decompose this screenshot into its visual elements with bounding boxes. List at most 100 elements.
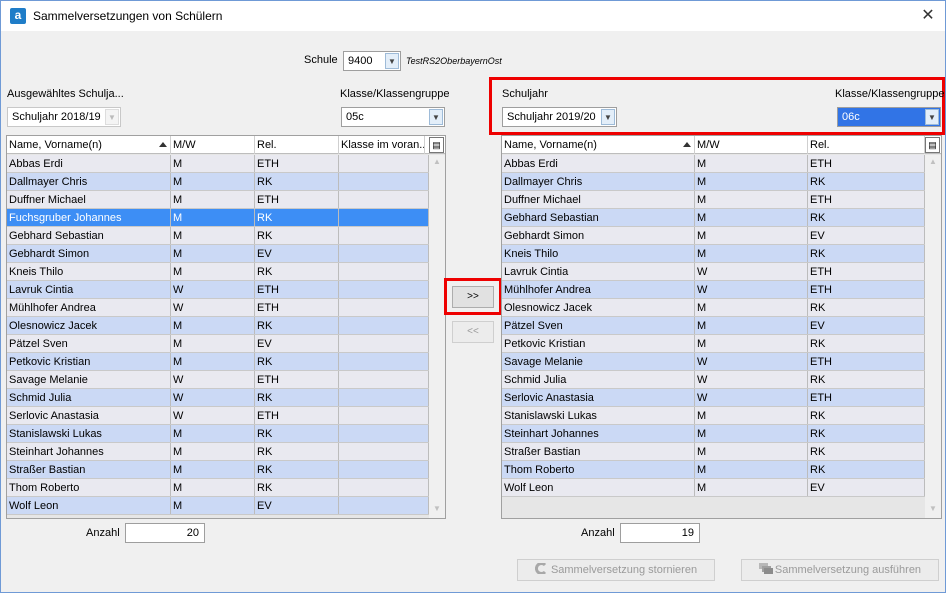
title-bar: a Sammelversetzungen von Schülern ✕: [1, 1, 945, 31]
table-row[interactable]: Savage Melanie W ETH: [7, 371, 429, 389]
window-title: Sammelversetzungen von Schülern: [33, 9, 223, 23]
table-cell: ETH: [255, 281, 339, 298]
table-row[interactable]: Schmid Julia W RK: [502, 371, 925, 389]
column-header[interactable]: Rel.: [808, 136, 925, 154]
table-row[interactable]: Fuchsgruber Johannes M RK: [7, 209, 429, 227]
table-cell: Olesnowicz Jacek: [7, 317, 171, 334]
table-row[interactable]: Pätzel Sven M EV: [7, 335, 429, 353]
table-row[interactable]: Mühlhofer Andrea W ETH: [7, 299, 429, 317]
table-row[interactable]: Petkovic Kristian M RK: [7, 353, 429, 371]
school-select[interactable]: 9400 ▼: [343, 51, 401, 71]
move-right-button[interactable]: >>: [452, 286, 494, 308]
school-name: TestRS2OberbayernOst: [406, 56, 502, 66]
table-row[interactable]: Steinhart Johannes M RK: [502, 425, 925, 443]
table-row[interactable]: Lavruk Cintia W ETH: [7, 281, 429, 299]
table-cell: Petkovic Kristian: [7, 353, 171, 370]
table-row[interactable]: Gebhard Sebastian M RK: [502, 209, 925, 227]
table-row[interactable]: Savage Melanie W ETH: [502, 353, 925, 371]
table-cell: Straßer Bastian: [502, 443, 695, 460]
table-cell: ETH: [255, 371, 339, 388]
table-row[interactable]: Straßer Bastian M RK: [7, 461, 429, 479]
right-class-select[interactable]: 06c ▼: [837, 107, 941, 127]
chevron-down-icon[interactable]: ▼: [601, 109, 615, 125]
table-cell: M: [695, 425, 808, 442]
scroll-down-icon[interactable]: ▼: [927, 504, 939, 516]
right-student-table[interactable]: Name, Vorname(n) M/W Rel. ▤ Abbas Erdi M ETH Da…: [501, 135, 942, 519]
table-row[interactable]: Gebhard Sebastian M RK: [7, 227, 429, 245]
left-class-select[interactable]: 05c ▼: [341, 107, 445, 127]
table-cell: Mühlhofer Andrea: [7, 299, 171, 316]
chevron-down-icon[interactable]: ▼: [925, 109, 939, 125]
vertical-scrollbar[interactable]: ▲ ▼: [429, 155, 445, 518]
table-cell: [339, 497, 429, 514]
close-icon[interactable]: ✕: [917, 5, 939, 27]
left-class-label: Klasse/Klassengruppe: [340, 88, 450, 100]
table-row[interactable]: Abbas Erdi M ETH: [502, 155, 925, 173]
table-cell: RK: [808, 407, 925, 424]
column-header[interactable]: Name, Vorname(n): [502, 136, 695, 154]
table-cell: [339, 209, 429, 226]
table-cell: M: [171, 353, 255, 370]
table-cell: M: [171, 317, 255, 334]
table-row[interactable]: Wolf Leon M EV: [7, 497, 429, 515]
table-cell: RK: [808, 425, 925, 442]
chevron-down-icon[interactable]: ▼: [385, 53, 399, 69]
table-row[interactable]: Petkovic Kristian M RK: [502, 335, 925, 353]
table-cell: Olesnowicz Jacek: [502, 299, 695, 316]
column-chooser-icon[interactable]: ▤: [429, 137, 444, 153]
table-row[interactable]: Gebhardt Simon M EV: [7, 245, 429, 263]
column-chooser-icon[interactable]: ▤: [925, 137, 940, 153]
table-row[interactable]: Kneis Thilo M RK: [502, 245, 925, 263]
table-cell: [339, 425, 429, 442]
table-row[interactable]: Serlovic Anastasia W ETH: [7, 407, 429, 425]
table-cell: [339, 407, 429, 424]
right-year-select[interactable]: Schuljahr 2019/20 ▼: [502, 107, 617, 127]
left-student-table[interactable]: Name, Vorname(n) M/W Rel. Klasse im voran..…: [6, 135, 446, 519]
table-row[interactable]: Schmid Julia W RK: [7, 389, 429, 407]
vertical-scrollbar[interactable]: ▲ ▼: [925, 155, 941, 518]
scroll-down-icon[interactable]: ▼: [431, 504, 443, 516]
table-row[interactable]: Kneis Thilo M RK: [7, 263, 429, 281]
table-row[interactable]: Thom Roberto M RK: [7, 479, 429, 497]
column-header[interactable]: Rel.: [255, 136, 339, 154]
table-cell: RK: [808, 209, 925, 226]
table-cell: Dallmayer Chris: [502, 173, 695, 190]
table-cell: Schmid Julia: [7, 389, 171, 406]
table-row[interactable]: Olesnowicz Jacek M RK: [502, 299, 925, 317]
table-cell: M: [171, 443, 255, 460]
table-row[interactable]: Duffner Michael M ETH: [7, 191, 429, 209]
table-row[interactable]: Thom Roberto M RK: [502, 461, 925, 479]
table-row[interactable]: Steinhart Johannes M RK: [7, 443, 429, 461]
table-cell: Gebhard Sebastian: [502, 209, 695, 226]
table-row[interactable]: Stanislawski Lukas M RK: [7, 425, 429, 443]
table-row[interactable]: Dallmayer Chris M RK: [502, 173, 925, 191]
table-cell: RK: [255, 461, 339, 478]
scroll-up-icon[interactable]: ▲: [927, 157, 939, 169]
table-cell: EV: [255, 245, 339, 262]
column-header[interactable]: M/W: [695, 136, 808, 154]
table-row[interactable]: Dallmayer Chris M RK: [7, 173, 429, 191]
table-cell: RK: [255, 479, 339, 496]
table-row[interactable]: Straßer Bastian M RK: [502, 443, 925, 461]
table-row[interactable]: Pätzel Sven M EV: [502, 317, 925, 335]
table-row[interactable]: Lavruk Cintia W ETH: [502, 263, 925, 281]
table-row[interactable]: Duffner Michael M ETH: [502, 191, 925, 209]
table-row[interactable]: Mühlhofer Andrea W ETH: [502, 281, 925, 299]
table-cell: EV: [808, 317, 925, 334]
table-cell: W: [695, 281, 808, 298]
column-header[interactable]: Klasse im voran...: [339, 136, 425, 154]
table-cell: Mühlhofer Andrea: [502, 281, 695, 298]
column-header[interactable]: Name, Vorname(n): [7, 136, 171, 154]
table-cell: M: [171, 497, 255, 514]
table-row[interactable]: Abbas Erdi M ETH: [7, 155, 429, 173]
table-row[interactable]: Wolf Leon M EV: [502, 479, 925, 497]
table-cell: Abbas Erdi: [502, 155, 695, 172]
table-row[interactable]: Olesnowicz Jacek M RK: [7, 317, 429, 335]
chevron-down-icon[interactable]: ▼: [429, 109, 443, 125]
table-row[interactable]: Stanislawski Lukas M RK: [502, 407, 925, 425]
table-cell: W: [171, 407, 255, 424]
table-row[interactable]: Serlovic Anastasia W ETH: [502, 389, 925, 407]
scroll-up-icon[interactable]: ▲: [431, 157, 443, 169]
column-header[interactable]: M/W: [171, 136, 255, 154]
table-row[interactable]: Gebhardt Simon M EV: [502, 227, 925, 245]
